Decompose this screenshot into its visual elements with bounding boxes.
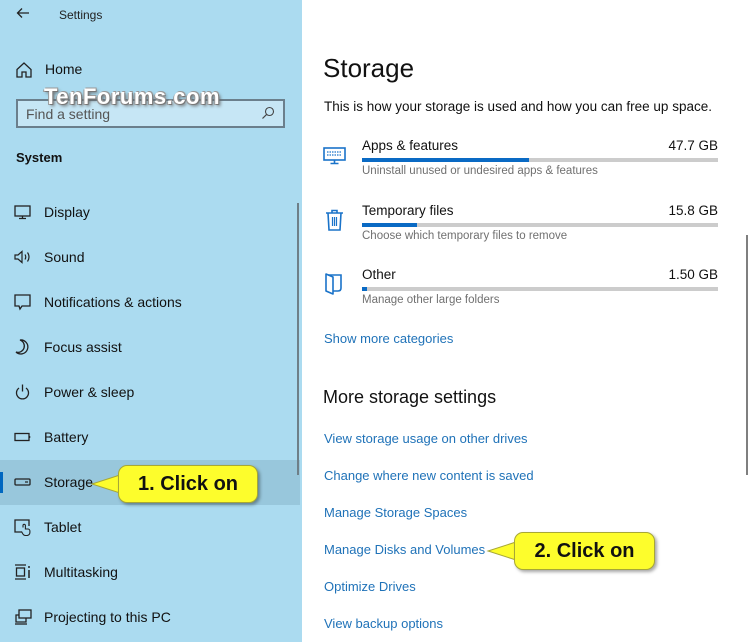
home-icon xyxy=(16,62,32,78)
optimize-drives-link[interactable]: Optimize Drives xyxy=(324,579,416,594)
page-title: Storage xyxy=(323,53,415,83)
storage-category-apps[interactable]: Apps & features 47.7 GB Uninstall unused… xyxy=(302,138,750,193)
storage-drive-icon xyxy=(14,478,31,486)
sidebar-item-power-sleep[interactable]: Power & sleep xyxy=(0,370,300,415)
callout-1: 1. Click on xyxy=(118,465,258,503)
manage-storage-spaces-link[interactable]: Manage Storage Spaces xyxy=(324,505,467,520)
category-size: 1.50 GB xyxy=(668,267,718,282)
projecting-icon xyxy=(15,609,32,625)
search-icon[interactable] xyxy=(261,106,275,120)
sidebar-item-multitasking[interactable]: Multitasking xyxy=(0,550,300,595)
battery-icon xyxy=(14,432,31,442)
change-new-content-saved-link[interactable]: Change where new content is saved xyxy=(324,468,534,483)
back-button[interactable] xyxy=(12,5,34,27)
usage-bar xyxy=(362,223,718,227)
app-title: Settings xyxy=(59,8,103,22)
sidebar-item-label: Sound xyxy=(44,249,85,265)
home-label: Home xyxy=(45,61,83,77)
sidebar-scrollbar[interactable] xyxy=(297,203,299,475)
page-description: This is how your storage is used and how… xyxy=(324,99,712,114)
notification-icon xyxy=(14,294,31,311)
folder-icon xyxy=(325,273,342,295)
sidebar-item-label: Notifications & actions xyxy=(44,294,182,310)
sidebar-item-battery[interactable]: Battery xyxy=(0,415,300,460)
moon-icon xyxy=(15,339,29,355)
back-arrow-icon xyxy=(16,8,29,18)
sidebar-item-label: Focus assist xyxy=(44,339,122,355)
category-description: Choose which temporary files to remove xyxy=(362,230,568,242)
speaker-icon xyxy=(14,250,30,264)
category-name[interactable]: Apps & features xyxy=(362,138,458,153)
section-title: System xyxy=(16,150,63,165)
view-backup-options-link[interactable]: View backup options xyxy=(324,616,443,631)
category-name[interactable]: Temporary files xyxy=(362,203,454,218)
usage-bar xyxy=(362,158,718,162)
category-size: 47.7 GB xyxy=(668,138,718,153)
callout-2: 2. Click on xyxy=(514,532,655,570)
main-scrollbar[interactable] xyxy=(746,235,748,475)
usage-bar-fill xyxy=(362,223,418,227)
tablet-icon xyxy=(14,519,31,536)
storage-category-other[interactable]: Other 1.50 GB Manage other large folders xyxy=(302,267,750,322)
show-more-categories-link[interactable]: Show more categories xyxy=(324,331,453,346)
sidebar: Settings Home TenForums.com System Displ… xyxy=(0,0,302,642)
usage-bar-fill xyxy=(362,287,368,291)
trash-icon xyxy=(326,209,343,231)
multitasking-icon xyxy=(15,564,30,580)
watermark: TenForums.com xyxy=(44,84,221,109)
sidebar-item-label: Storage xyxy=(44,474,94,490)
view-storage-other-drives-link[interactable]: View storage usage on other drives xyxy=(324,431,528,446)
sidebar-item-label: Display xyxy=(44,204,90,220)
usage-bar-fill xyxy=(362,158,530,162)
more-storage-settings-heading: More storage settings xyxy=(323,387,497,407)
sidebar-item-label: Multitasking xyxy=(44,564,118,580)
category-name[interactable]: Other xyxy=(362,267,396,282)
category-description: Manage other large folders xyxy=(362,294,500,306)
sidebar-item-tablet[interactable]: Tablet xyxy=(0,505,300,550)
sidebar-nav: Display Sound Notifications & actions Fo… xyxy=(0,190,300,640)
sidebar-item-sound[interactable]: Sound xyxy=(0,235,300,280)
sidebar-item-label: Power & sleep xyxy=(44,384,135,400)
sidebar-item-label: Projecting to this PC xyxy=(44,609,171,625)
sidebar-item-notifications[interactable]: Notifications & actions xyxy=(0,280,300,325)
sidebar-item-label: Tablet xyxy=(44,519,82,535)
title-bar: Settings xyxy=(0,0,302,32)
power-icon xyxy=(15,384,30,400)
usage-bar xyxy=(362,287,718,291)
sidebar-item-focus-assist[interactable]: Focus assist xyxy=(0,325,300,370)
home-nav-item[interactable]: Home xyxy=(0,57,300,83)
storage-category-temporary[interactable]: Temporary files 15.8 GB Choose which tem… xyxy=(302,203,750,258)
sidebar-item-projecting[interactable]: Projecting to this PC xyxy=(0,595,300,640)
category-description: Uninstall unused or undesired apps & fea… xyxy=(362,165,598,177)
display-icon xyxy=(14,205,31,220)
apps-keyboard-icon xyxy=(323,147,346,165)
selection-indicator xyxy=(0,472,3,493)
sidebar-item-label: Battery xyxy=(44,429,89,445)
manage-disks-volumes-link[interactable]: Manage Disks and Volumes xyxy=(324,542,485,557)
category-size: 15.8 GB xyxy=(668,203,718,218)
sidebar-item-display[interactable]: Display xyxy=(0,190,300,235)
